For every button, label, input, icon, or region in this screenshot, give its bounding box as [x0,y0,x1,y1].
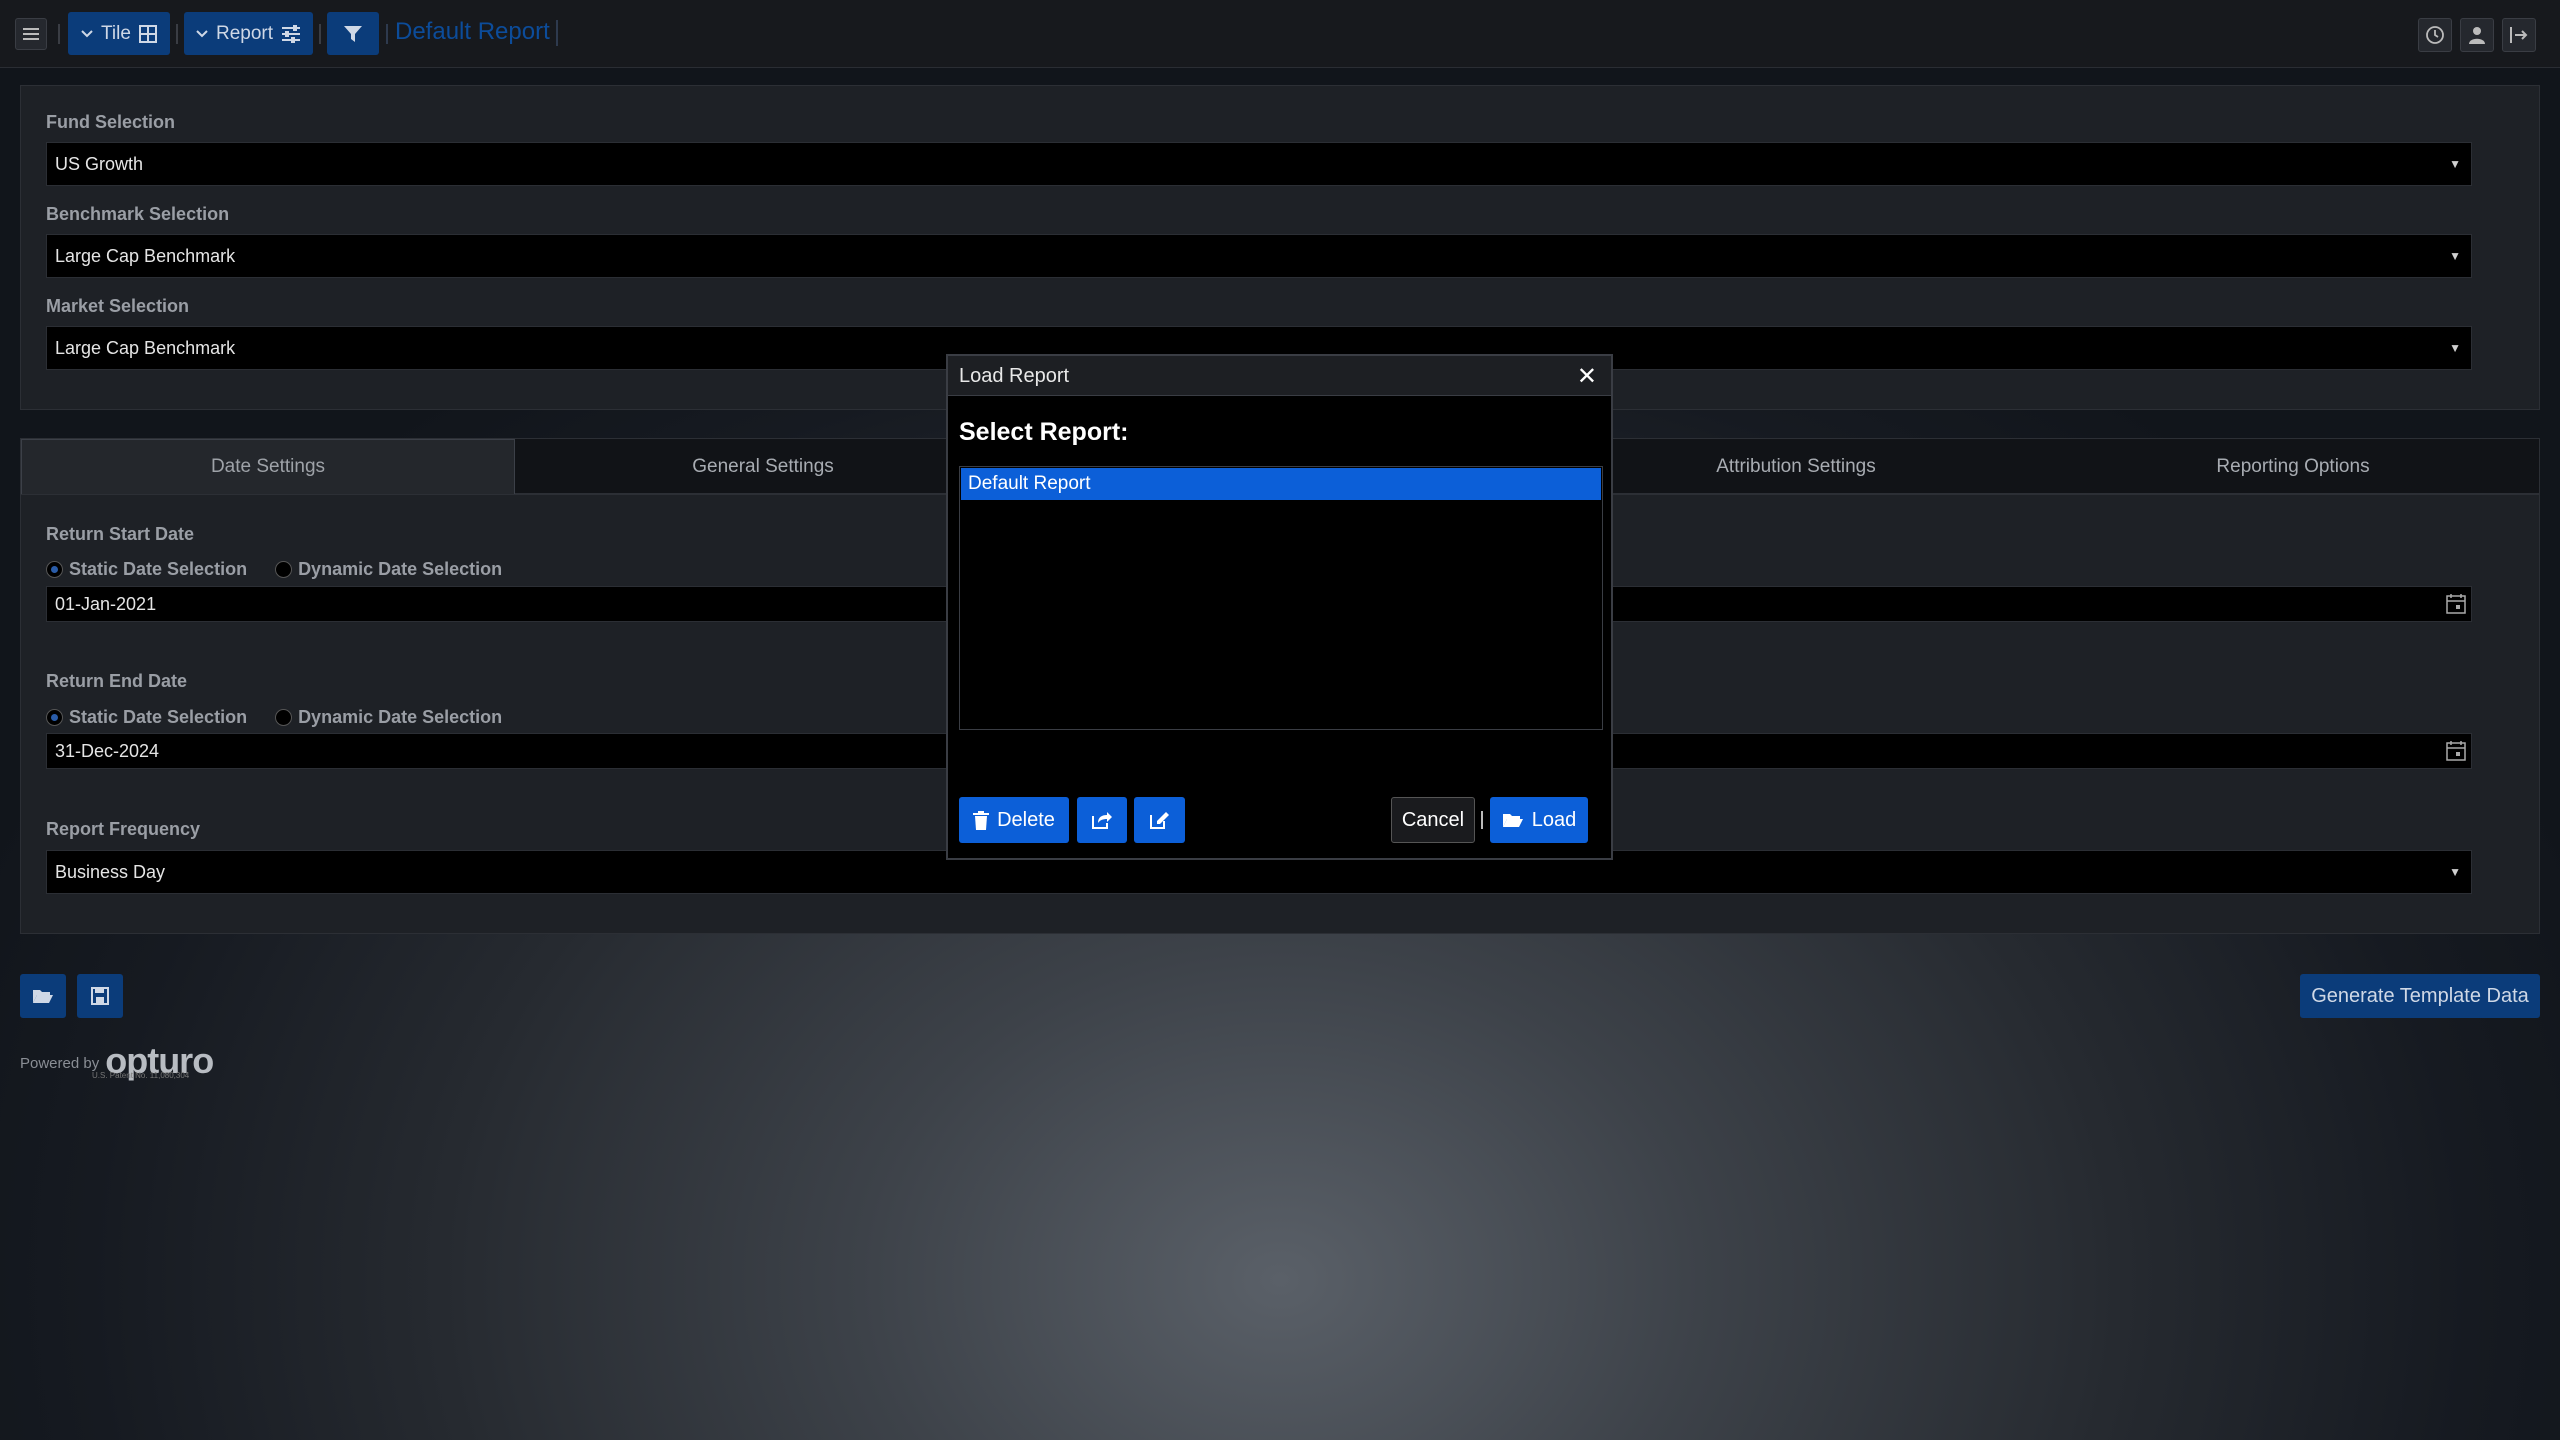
report-menu-button[interactable]: Report [184,12,313,55]
tile-label: Tile [101,22,131,44]
benchmark-select[interactable]: Large Cap Benchmark ▼ [46,234,2472,278]
open-file-button[interactable] [20,974,66,1018]
edit-icon [1149,812,1169,829]
user-icon [2469,27,2485,44]
history-button[interactable] [2418,18,2452,52]
delete-button[interactable]: Delete [959,797,1069,843]
share-icon [1092,812,1112,829]
caret-down-icon: ▼ [2449,865,2461,879]
patent-text: U.S. Patent No. 11,080,304 [92,1071,190,1080]
dynamic-date-radio[interactable] [275,709,293,726]
report-title-link[interactable]: Default Report [395,18,550,46]
cancel-button[interactable]: Cancel [1391,797,1475,843]
logout-button[interactable] [2502,18,2536,52]
generate-template-data-button[interactable]: Generate Template Data [2300,974,2540,1018]
benchmark-select-value: Large Cap Benchmark [55,245,236,266]
menu-button[interactable] [15,18,47,50]
fund-select[interactable]: US Growth ▼ [46,142,2472,186]
caret-down-icon: ▼ [2449,341,2461,355]
top-bar: Tile Report Default Report [0,0,2560,68]
end-date-mode: Static Date Selection Dynamic Date Selec… [46,707,502,728]
report-frequency-label: Report Frequency [46,819,201,839]
select-report-heading: Select Report: [959,418,1129,446]
report-frequency-value: Business Day [55,861,166,882]
market-selection-label: Market Selection [46,296,190,316]
folder-open-icon [33,990,53,1003]
toolbar-divider [176,24,178,44]
save-icon [91,987,109,1005]
end-date-value: 31-Dec-2024 [55,740,160,761]
chevron-down-icon [196,29,208,37]
calendar-icon[interactable] [2445,740,2467,762]
grid-icon [138,24,157,43]
folder-open-icon [1502,814,1523,827]
return-start-date-label: Return Start Date [46,524,195,544]
tab-general-settings[interactable]: General Settings [515,439,1011,495]
delete-label: Delete [997,808,1055,831]
static-date-radio[interactable] [46,709,63,726]
close-icon[interactable]: ✕ [1577,362,1597,391]
fund-select-value: US Growth [55,153,144,174]
benchmark-selection-label: Benchmark Selection [46,204,230,224]
calendar-icon[interactable] [2445,593,2467,615]
list-item[interactable]: Default Report [961,468,1601,500]
start-date-mode: Static Date Selection Dynamic Date Selec… [46,559,502,580]
toolbar-divider [58,24,60,44]
tile-menu-button[interactable]: Tile [68,12,170,55]
return-end-date-label: Return End Date [46,671,188,691]
load-label: Load [1531,808,1577,831]
title-divider [556,20,558,46]
sign-out-icon [2510,27,2528,43]
powered-by-label: Powered by [20,1055,100,1072]
dynamic-date-radio[interactable] [275,561,293,578]
static-date-radio[interactable] [46,561,63,578]
start-date-value: 01-Jan-2021 [55,593,157,614]
filter-button[interactable] [327,12,379,55]
dialog-header: Load Report ✕ [948,356,1611,396]
share-button[interactable] [1077,797,1127,843]
toolbar-divider [386,24,388,44]
caret-down-icon: ▼ [2449,157,2461,171]
toolbar-divider [319,24,321,44]
save-button[interactable] [77,974,123,1018]
button-divider [1481,811,1483,829]
sliders-icon [282,24,301,43]
tab-reporting-options[interactable]: Reporting Options [2046,439,2540,495]
static-date-label: Static Date Selection [69,559,248,579]
load-report-dialog: Load Report ✕ Select Report: Default Rep… [946,354,1613,860]
hamburger-icon [23,28,39,40]
dynamic-date-label: Dynamic Date Selection [298,559,503,579]
tab-date-settings[interactable]: Date Settings [21,439,515,495]
dynamic-date-label: Dynamic Date Selection [298,707,503,727]
edit-button[interactable] [1134,797,1185,843]
filter-icon [344,25,362,42]
clock-icon [2426,26,2444,44]
chevron-down-icon [81,29,93,37]
trash-icon [973,810,990,830]
market-select-value: Large Cap Benchmark [55,337,236,358]
load-button[interactable]: Load [1490,797,1588,843]
static-date-label: Static Date Selection [69,707,248,727]
user-button[interactable] [2460,18,2494,52]
report-label: Report [215,22,274,44]
report-list[interactable]: Default Report [959,466,1603,730]
fund-selection-label: Fund Selection [46,112,176,132]
dialog-title: Load Report [959,365,1070,387]
tab-attribution-settings[interactable]: Attribution Settings [1546,439,2046,495]
caret-down-icon: ▼ [2449,249,2461,263]
